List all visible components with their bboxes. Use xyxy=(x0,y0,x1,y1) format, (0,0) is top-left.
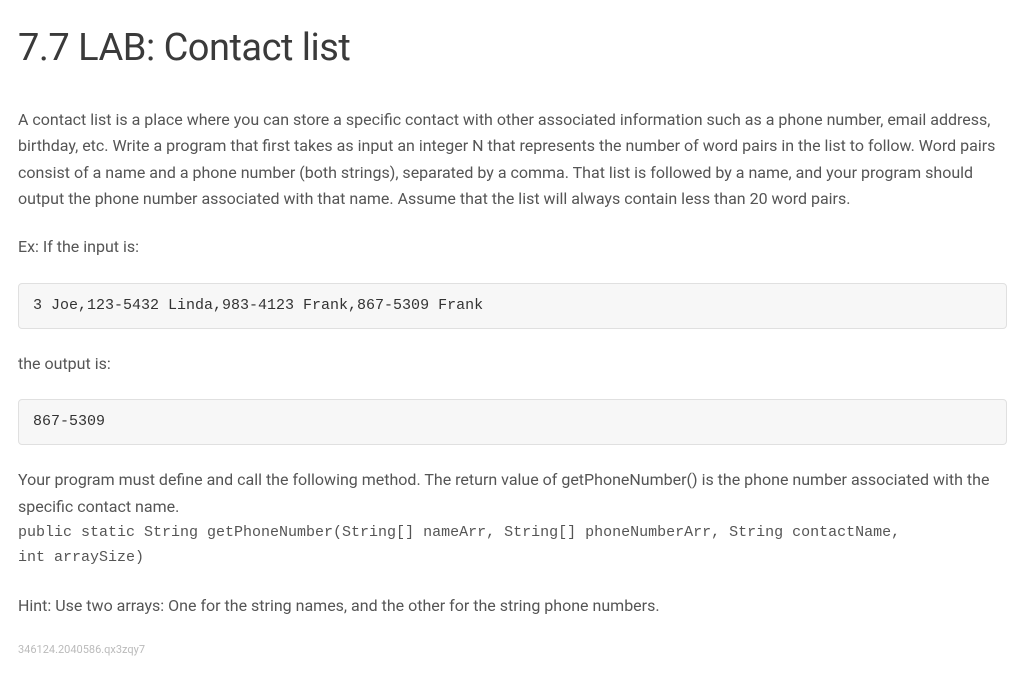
example-input-code: 3 Joe,123-5432 Linda,983-4123 Frank,867-… xyxy=(18,283,1007,329)
example-output-label: the output is: xyxy=(18,351,1007,377)
hint-text: Hint: Use two arrays: One for the string… xyxy=(18,593,1007,619)
footer-code: 346124.2040586.qx3zqy7 xyxy=(18,641,1007,659)
method-signature-line-2: int arraySize) xyxy=(18,545,1007,571)
method-description: Your program must define and call the fo… xyxy=(18,467,1007,520)
page-title: 7.7 LAB: Contact list xyxy=(18,18,1007,79)
method-signature-line-1: public static String getPhoneNumber(Stri… xyxy=(18,520,1007,546)
example-output-code: 867-5309 xyxy=(18,399,1007,445)
intro-paragraph: A contact list is a place where you can … xyxy=(18,107,1007,213)
example-input-label: Ex: If the input is: xyxy=(18,234,1007,260)
